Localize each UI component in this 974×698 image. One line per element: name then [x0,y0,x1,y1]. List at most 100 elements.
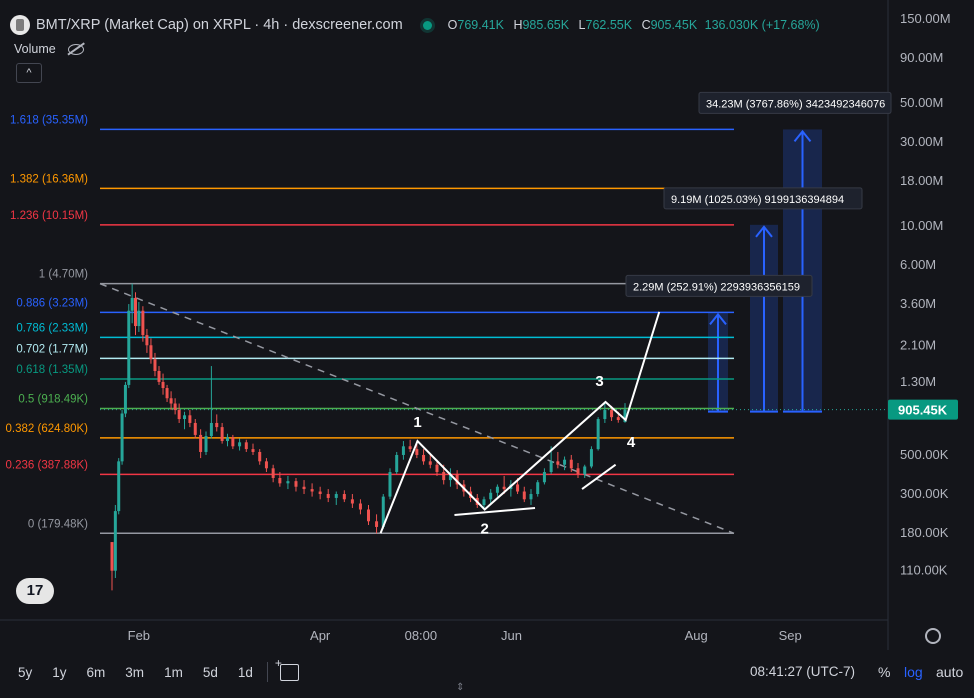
tradingview-logo-icon[interactable]: 17 [16,578,54,604]
candle-body [258,451,262,462]
timeframe-3m[interactable]: 3m [125,665,144,680]
candle-body [428,461,432,465]
candle-body [388,472,392,497]
candle-body [145,335,149,346]
timeframe-5d[interactable]: 5d [203,665,218,680]
candle-body [326,494,330,498]
y-tick-label: 500.00K [900,447,949,462]
candle-body [401,446,405,455]
candle-body [120,413,124,462]
logo-icon [10,15,30,35]
timeframe-1m[interactable]: 1m [164,665,183,680]
candle-body [576,468,580,474]
candle-body [153,359,157,371]
candle-body [149,345,153,360]
fib-level-label: 0.618 (1.35M) [16,364,88,376]
fib-level-label: 0.886 (3.23M) [16,297,88,309]
y-tick-label: 300.00K [900,486,949,501]
y-tick-label: 30.00M [900,134,943,149]
candle-body [244,442,248,450]
candle-body [271,468,275,478]
x-tick-label: Feb [128,628,150,643]
candle-body [251,449,255,452]
eye-hidden-icon[interactable] [67,43,84,55]
y-tick-label: 110.00K [900,563,948,578]
y-tick-label: 180.00K [900,525,949,540]
chart-title: BMT/XRP (Market Cap) on XRPL · 4h · dexs… [36,17,403,33]
candle-body [220,427,224,442]
candle-body [422,454,426,462]
wave-label: 4 [627,434,636,451]
candle-body [367,509,370,522]
candle-body [130,297,134,311]
fib-level-label: 0.5 (918.49K) [18,393,88,405]
candle-body [318,491,322,495]
candle-body [616,417,620,421]
chart-canvas[interactable]: 150.00M 90.00M 50.00M 30.00M 18.00M 10.00M 6.0… [0,0,974,698]
chart-header: BMT/XRP (Market Cap) on XRPL · 4h · dexs… [10,14,824,36]
candle-body [113,511,117,571]
fib-level-label: 0.786 (2.33M) [16,322,88,334]
candle-body [408,446,412,450]
candle-body [215,422,219,428]
y-tick-label: 6.00M [900,257,936,272]
wave-label: 1 [413,414,421,431]
candle-body [286,481,290,484]
candle-body [294,481,298,487]
candle-body [415,449,419,455]
y-tick-label: 3.60M [900,296,936,311]
x-tick-label: Apr [310,628,331,643]
x-tick-label: Sep [779,628,802,643]
y-tick-label: 1.30M [900,374,936,389]
candle-body [141,310,145,336]
candle-body [516,484,520,492]
fib-level-label: 0 (179.48K) [28,518,88,530]
candle-body [161,381,165,389]
volume-indicator[interactable]: Volume [14,42,84,56]
candle-body [278,477,282,484]
timeframe-5y[interactable]: 5y [18,665,32,680]
candle-body [536,482,540,495]
timeframe-6m[interactable]: 6m [87,665,106,680]
candle-body [334,494,338,498]
candle-body [482,499,486,505]
percent-toggle[interactable]: % [878,664,890,680]
candle-body [342,494,346,500]
drag-handle-icon[interactable]: ⇕ [456,682,464,693]
candle-body [435,464,439,473]
candle-body [375,521,379,527]
candle-body [204,436,208,452]
candle-body [589,449,593,467]
current-price-label: 905.45K [898,403,948,418]
gear-icon[interactable] [925,628,941,644]
candle-body [117,461,121,512]
chevron-up-icon[interactable]: ^ [16,63,42,83]
candle-body [199,434,203,452]
clock-readout[interactable]: 08:41:27 (UTC-7) [750,664,855,679]
candle-body [502,486,506,490]
wave2-support-line [454,506,536,516]
timeframe-1d[interactable]: 1d [238,665,253,680]
candle-body [395,454,399,473]
candle-body [522,491,526,500]
volume-label: Volume [14,42,56,56]
candle-body [169,398,173,404]
calendar-range-icon[interactable] [275,656,299,681]
candle-body [358,503,362,510]
ohlc-values: O769.41K H985.65K L762.55K C905.45K 136.… [447,18,820,32]
live-dot-icon [422,20,432,30]
candle-body [177,410,181,420]
x-tick-label: Jun [501,628,522,643]
x-tick-label: 08:00 [405,628,438,643]
target-label: 2.29M (252.91%) 2293936356159 [633,281,800,293]
timeframe-1y[interactable]: 1y [52,665,66,680]
fib-level-label: 1 (4.70M) [39,269,88,281]
y-tick-label: 150.00M [900,11,951,26]
candle-body [134,297,138,327]
log-toggle[interactable]: log [904,664,923,680]
candle-body [264,461,268,469]
candle-body [157,370,161,382]
target-label: 9.19M (1025.03%) 9199136394894 [671,194,844,206]
candle-body [110,542,114,571]
auto-toggle[interactable]: auto [936,664,963,680]
